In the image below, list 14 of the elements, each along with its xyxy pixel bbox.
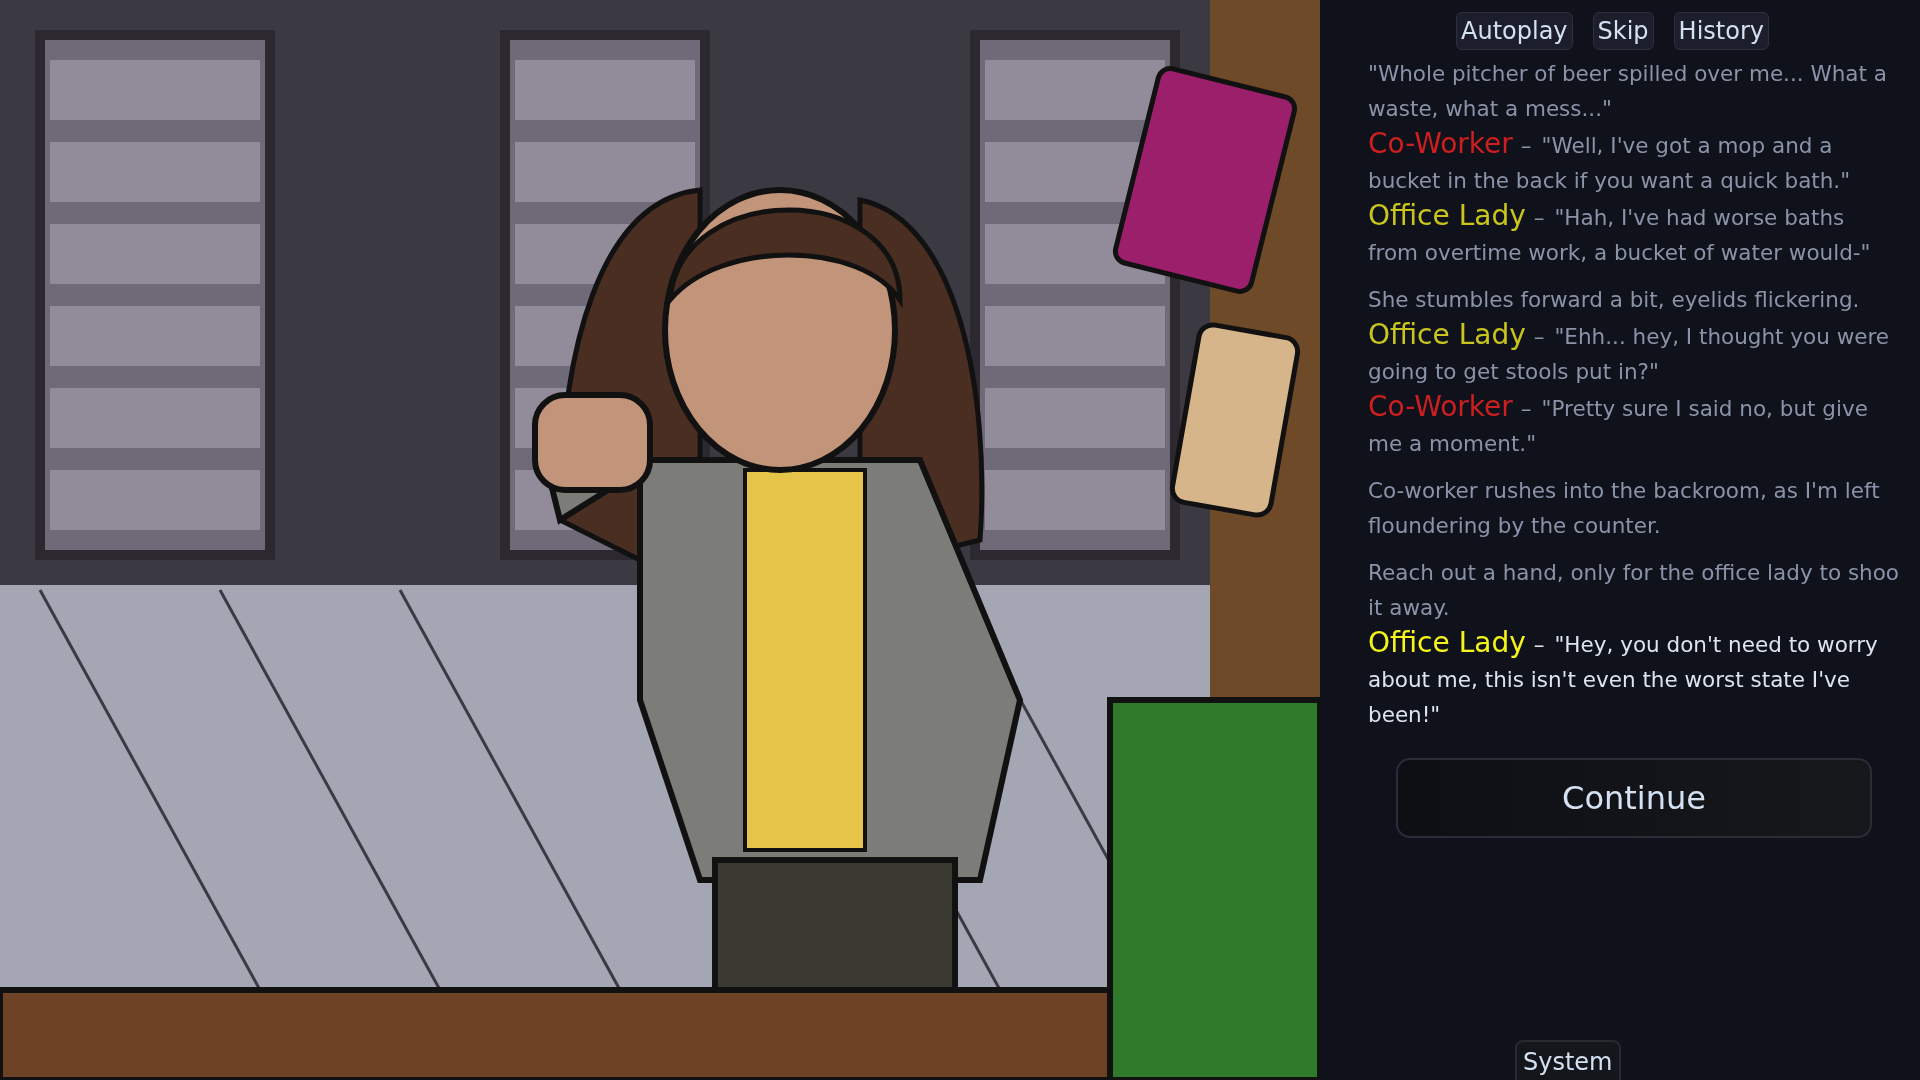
continue-button[interactable]: Continue: [1396, 758, 1872, 838]
narration-text: Co-worker rushes into the backroom, as I'm left floundering by the counter.: [1368, 477, 1881, 540]
dialogue-line: Co-Worker – "Pretty sure I said no, but give me a moment.": [1368, 389, 1869, 458]
dialogue-line: Office Lady – "Ehh... hey, I thought you were going to get stools put in?": [1368, 317, 1891, 386]
narration-text: Reach out a hand, only for the office lady to shoo it away.: [1368, 559, 1900, 622]
narration-text: "Whole pitcher of beer spilled over me... What a waste, what a mess...": [1368, 60, 1888, 123]
dialogue-line: Office Lady – "Hah, I've had worse baths from overtime work, a bucket of water would-": [1368, 198, 1872, 267]
quick-menu-button[interactable]: Autoplay: [1456, 12, 1573, 50]
dialogue-line: Co-Worker – "Well, I've got a mop and a bucket in the back if you want a quick bath.": [1368, 126, 1852, 195]
dialogue-line: Office Lady – "Hey, you don't need to worry about me, this isn't even the worst state I've been!": [1368, 625, 1879, 729]
quick-menu-button[interactable]: History: [1673, 12, 1769, 50]
quick-menu-button[interactable]: Skip: [1592, 12, 1654, 50]
system-button[interactable]: System: [1515, 1040, 1621, 1080]
narration-text: She stumbles forward a bit, eyelids flickering.: [1368, 286, 1861, 314]
